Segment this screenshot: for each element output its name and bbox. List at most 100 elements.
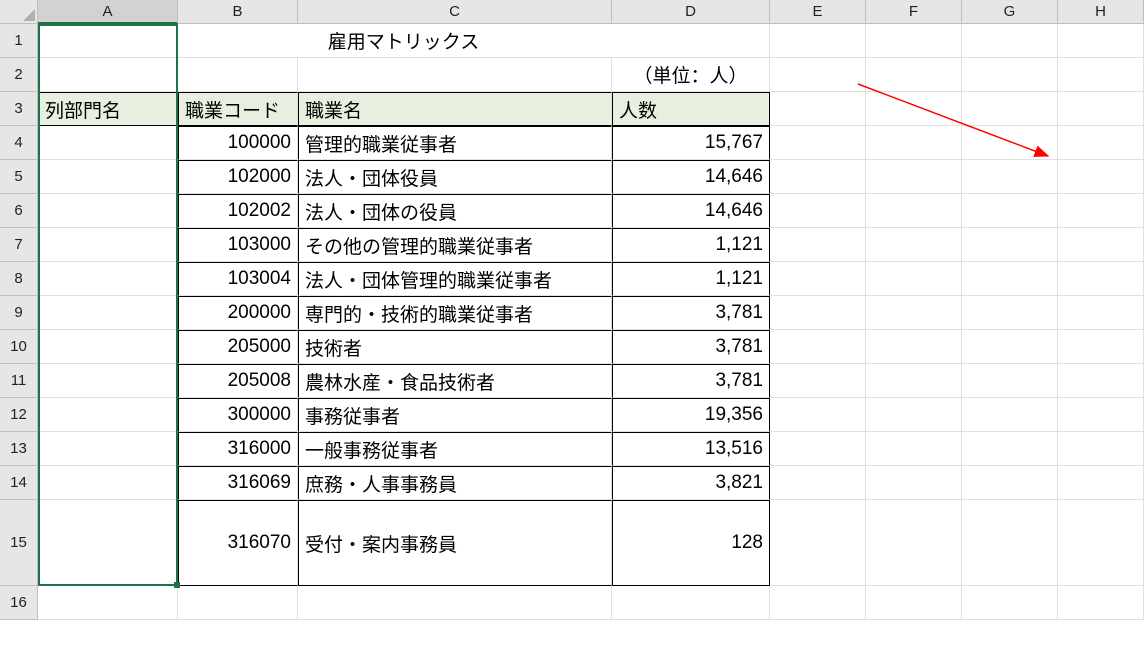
header-col-b[interactable]: 職業コード [178,92,298,126]
empty-cell[interactable] [770,194,866,228]
row-header-13[interactable]: 13 [0,432,38,466]
cell-count[interactable]: 13,516 [612,432,770,466]
empty-cell[interactable] [962,364,1058,398]
cell-occupation[interactable]: 法人・団体管理的職業従事者 [298,262,612,296]
cell-code[interactable]: 300000 [178,398,298,432]
cell-deptname[interactable] [38,466,178,500]
row-header-15[interactable]: 15 [0,500,38,586]
empty-cell[interactable] [866,398,962,432]
cell-occupation[interactable]: 庶務・人事事務員 [298,466,612,500]
column-header-A[interactable]: A [38,0,178,24]
empty-cell[interactable] [1058,126,1144,160]
cell-b2[interactable] [178,58,298,92]
empty-cell[interactable] [178,586,298,620]
cell-count[interactable]: 1,121 [612,228,770,262]
cell-occupation[interactable]: 受付・案内事務員 [298,500,612,586]
cell-occupation[interactable]: 法人・団体の役員 [298,194,612,228]
cell-deptname[interactable] [38,160,178,194]
empty-cell[interactable] [962,586,1058,620]
empty-cell[interactable] [866,228,962,262]
empty-cell[interactable] [866,194,962,228]
cell-deptname[interactable] [38,398,178,432]
cell-a2[interactable] [38,58,178,92]
empty-cell[interactable] [962,58,1058,92]
empty-cell[interactable] [770,296,866,330]
cell-count[interactable]: 1,121 [612,262,770,296]
empty-cell[interactable] [1058,92,1144,126]
cell-count[interactable]: 3,781 [612,296,770,330]
column-header-B[interactable]: B [178,0,298,24]
empty-cell[interactable] [770,160,866,194]
empty-cell[interactable] [770,58,866,92]
empty-cell[interactable] [1058,432,1144,466]
empty-cell[interactable] [866,500,962,586]
empty-cell[interactable] [866,330,962,364]
row-header-8[interactable]: 8 [0,262,38,296]
empty-cell[interactable] [962,296,1058,330]
column-header-H[interactable]: H [1058,0,1144,24]
empty-cell[interactable] [1058,262,1144,296]
unit-cell[interactable]: （単位：人） [612,58,770,92]
empty-cell[interactable] [1058,160,1144,194]
row-header-10[interactable]: 10 [0,330,38,364]
cell-code[interactable]: 103004 [178,262,298,296]
empty-cell[interactable] [770,24,866,58]
row-header-4[interactable]: 4 [0,126,38,160]
empty-cell[interactable] [962,126,1058,160]
empty-cell[interactable] [770,398,866,432]
row-header-6[interactable]: 6 [0,194,38,228]
empty-cell[interactable] [770,92,866,126]
empty-cell[interactable] [1058,24,1144,58]
cell-deptname[interactable] [38,194,178,228]
cell-count[interactable]: 3,781 [612,330,770,364]
cell-deptname[interactable] [38,262,178,296]
empty-cell[interactable] [1058,466,1144,500]
empty-cell[interactable] [770,500,866,586]
row-header-9[interactable]: 9 [0,296,38,330]
column-header-D[interactable]: D [612,0,770,24]
empty-cell[interactable] [866,24,962,58]
empty-cell[interactable] [962,160,1058,194]
cell-code[interactable]: 316070 [178,500,298,586]
cell-count[interactable]: 3,781 [612,364,770,398]
row-header-12[interactable]: 12 [0,398,38,432]
cell-c2[interactable] [298,58,612,92]
cell-occupation[interactable]: 事務従事者 [298,398,612,432]
empty-cell[interactable] [866,432,962,466]
cell-code[interactable]: 200000 [178,296,298,330]
empty-cell[interactable] [770,432,866,466]
row-header-3[interactable]: 3 [0,92,38,126]
cell-deptname[interactable] [38,126,178,160]
empty-cell[interactable] [866,126,962,160]
empty-cell[interactable] [866,58,962,92]
empty-cell[interactable] [612,586,770,620]
empty-cell[interactable] [866,466,962,500]
header-col-c[interactable]: 職業名 [298,92,612,126]
cell-count[interactable]: 14,646 [612,160,770,194]
cell-deptname[interactable] [38,330,178,364]
cell-code[interactable]: 316000 [178,432,298,466]
empty-cell[interactable] [298,586,612,620]
cell-code[interactable]: 205000 [178,330,298,364]
cell-code[interactable]: 102002 [178,194,298,228]
empty-cell[interactable] [962,194,1058,228]
empty-cell[interactable] [962,228,1058,262]
cell-code[interactable]: 316069 [178,466,298,500]
cell-deptname[interactable] [38,500,178,586]
empty-cell[interactable] [38,586,178,620]
header-col-d[interactable]: 人数 [612,92,770,126]
cell-code[interactable]: 102000 [178,160,298,194]
row-header-14[interactable]: 14 [0,466,38,500]
select-all-corner[interactable] [0,0,38,24]
cell-occupation[interactable]: 法人・団体役員 [298,160,612,194]
cell-count[interactable]: 128 [612,500,770,586]
column-header-C[interactable]: C [298,0,612,24]
empty-cell[interactable] [770,228,866,262]
empty-cell[interactable] [770,586,866,620]
row-header-1[interactable]: 1 [0,24,38,58]
empty-cell[interactable] [770,466,866,500]
row-header-16[interactable]: 16 [0,586,38,620]
empty-cell[interactable] [1058,500,1144,586]
empty-cell[interactable] [866,586,962,620]
empty-cell[interactable] [770,330,866,364]
